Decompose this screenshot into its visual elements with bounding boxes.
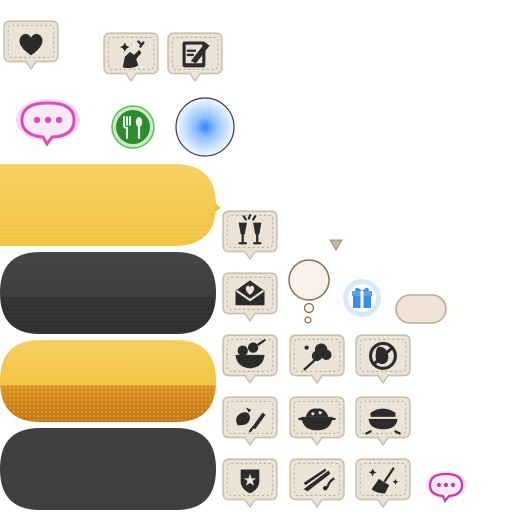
police-badge-icon — [221, 456, 279, 510]
fruit-bowl-icon — [221, 332, 279, 386]
gift-box-icon — [342, 278, 382, 318]
small-arrow-down-icon — [328, 238, 344, 252]
small-pink-chat-bubble-icon — [424, 468, 468, 504]
cotton-candy-icon — [288, 332, 346, 386]
dark-bar-bottom — [0, 426, 220, 512]
stew-pot-icon — [288, 394, 346, 448]
cake-bowl-icon — [354, 394, 412, 448]
notepad-quill-icon — [166, 30, 224, 84]
pink-chat-bubble-icon — [12, 94, 84, 150]
gold-split-bar — [0, 338, 220, 424]
gold-bar — [0, 162, 222, 248]
sparkle-hand-icon — [102, 30, 160, 84]
dark-bar — [0, 250, 220, 336]
eggplant-knife-icon — [221, 394, 279, 448]
broom-sparkle-icon — [354, 456, 412, 510]
heart-icon — [2, 18, 60, 72]
blue-glow-orb-icon — [174, 96, 236, 158]
no-symbol-icon — [354, 332, 412, 386]
champagne-toast-icon — [221, 208, 279, 262]
fork-spoon-icon — [110, 104, 156, 150]
thought-bubble-icon — [286, 256, 332, 328]
envelope-heart-icon — [221, 270, 279, 324]
shooting-star-icon — [288, 456, 346, 510]
blank-pill-icon — [394, 292, 448, 326]
